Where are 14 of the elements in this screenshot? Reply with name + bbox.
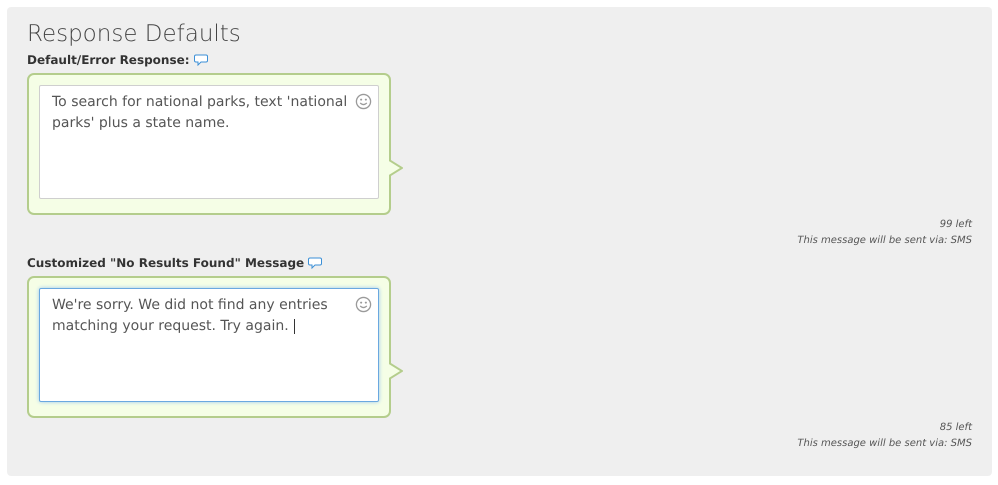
message-field[interactable]: To search for national parks, text 'national parks' plus a state name.	[39, 85, 379, 199]
smiley-icon[interactable]	[355, 296, 372, 313]
delivery-channel-note: This message will be sent via: SMS	[797, 234, 972, 248]
smiley-icon[interactable]	[355, 93, 372, 110]
delivery-channel-note: This message will be sent via: SMS	[797, 437, 972, 451]
message-field[interactable]: We're sorry. We did not find any entries matching your request. Try again.	[39, 288, 379, 402]
text-cursor	[294, 318, 295, 334]
field-label: Customized "No Results Found" Message	[27, 255, 304, 272]
help-bubble-icon[interactable]	[308, 257, 322, 269]
field-label: Default/Error Response:	[27, 52, 190, 69]
help-bubble-icon[interactable]	[194, 54, 208, 66]
characters-remaining: 85 left	[940, 421, 972, 435]
section-title: Response Defaults	[27, 21, 242, 47]
characters-remaining: 99 left	[940, 218, 972, 232]
